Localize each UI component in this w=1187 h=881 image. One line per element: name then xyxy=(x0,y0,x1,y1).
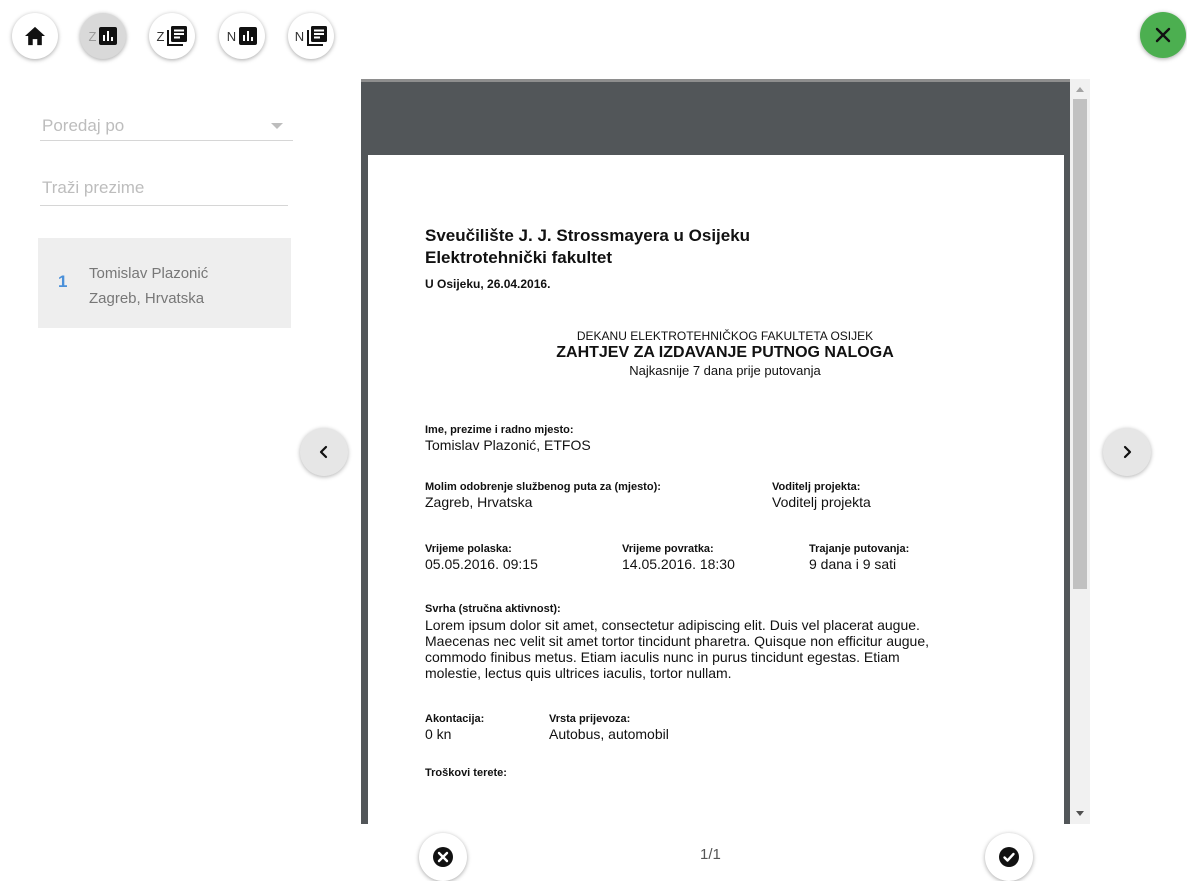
accept-button[interactable] xyxy=(985,833,1033,881)
document-list-icon xyxy=(167,26,188,46)
list-item-location: Zagreb, Hrvatska xyxy=(89,290,205,307)
list-item-index: 1 xyxy=(58,272,68,291)
n-chart-letter: N xyxy=(226,28,237,44)
institution-name: Sveučilište J. J. Strossmayera u Osijeku xyxy=(425,226,751,245)
transport-label: Vrsta prijevoza: xyxy=(549,713,631,725)
n-document-letter: N xyxy=(294,28,305,44)
return-label: Vrijeme povratka: xyxy=(622,543,714,555)
duration-value: 9 dana i 9 sati xyxy=(809,556,897,572)
z-document-letter: Z xyxy=(156,28,165,44)
chevron-left-icon xyxy=(319,445,328,459)
purpose-line: Maecenas nec velit sit amet tortor tinci… xyxy=(425,633,930,649)
z-chart-button[interactable]: Z xyxy=(80,13,126,59)
purpose-line: molestie, lectus quis ultrices iaculis, … xyxy=(425,665,732,681)
close-icon xyxy=(1155,27,1171,43)
bar-chart-icon xyxy=(239,27,258,45)
departure-label: Vrijeme polaska: xyxy=(425,543,512,555)
viewer-top-border xyxy=(361,79,1090,82)
destination-label: Molim odobrenje službenog puta za (mjest… xyxy=(425,481,661,493)
purpose-text: Lorem ipsum dolor sit amet, consectetur … xyxy=(425,617,1005,681)
cancel-circle-icon xyxy=(433,847,453,867)
document-subtitle: Najkasnije 7 dana prije putovanja xyxy=(629,363,821,378)
purpose-line: Lorem ipsum dolor sit amet, consectetur … xyxy=(425,617,920,633)
list-item-name: Tomislav Plazonić xyxy=(89,265,209,282)
faculty-name: Elektrotehnički fakultet xyxy=(425,248,613,267)
home-button[interactable] xyxy=(12,13,58,59)
next-button[interactable] xyxy=(1103,428,1151,476)
document-page: Sveučilište J. J. Strossmayera u Osijeku… xyxy=(368,155,1064,824)
costs-label: Troškovi terete: xyxy=(425,767,507,779)
bar-chart-icon xyxy=(99,27,118,45)
name-label: Ime, prezime i radno mjesto: xyxy=(425,424,574,436)
z-chart-letter: Z xyxy=(88,28,97,44)
project-leader-value: Voditelj projekta xyxy=(772,494,871,510)
sort-select-placeholder: Poredaj po xyxy=(42,116,125,135)
check-circle-icon xyxy=(999,847,1019,867)
destination-value: Zagreb, Hrvatska xyxy=(425,494,533,510)
close-button[interactable] xyxy=(1140,12,1186,58)
duration-label: Trajanje putovanja: xyxy=(809,543,910,555)
viewer-scrollbar[interactable] xyxy=(1070,79,1090,824)
surname-search-input[interactable] xyxy=(40,170,288,206)
departure-value: 05.05.2016. 09:15 xyxy=(425,556,538,572)
return-value: 14.05.2016. 18:30 xyxy=(622,556,735,572)
name-value: Tomislav Plazonić, ETFOS xyxy=(425,437,591,453)
scroll-up-arrow-icon[interactable] xyxy=(1076,87,1084,92)
previous-button[interactable] xyxy=(300,428,348,476)
advance-label: Akontacija: xyxy=(425,713,485,725)
z-document-button[interactable]: Z xyxy=(149,13,195,59)
n-chart-button[interactable]: N xyxy=(219,13,265,59)
purpose-line: commodo finibus metus. Etiam iaculis nun… xyxy=(425,649,900,665)
list-item[interactable]: 1 Tomislav Plazonić Zagreb, Hrvatska xyxy=(38,238,291,328)
transport-value: Autobus, automobil xyxy=(549,726,669,742)
reject-button[interactable] xyxy=(419,833,467,881)
advance-value: 0 kn xyxy=(425,726,452,742)
addressee: DEKANU ELEKTROTEHNIČKOG FAKULTETA OSIJEK xyxy=(576,329,874,343)
project-leader-label: Voditelj projekta: xyxy=(772,481,861,493)
document-title: ZAHTJEV ZA IZDAVANJE PUTNOG NALOGA xyxy=(556,344,894,361)
document-list-icon xyxy=(307,26,328,46)
page-indicator: 1/1 xyxy=(700,846,721,863)
chevron-down-icon xyxy=(271,123,283,129)
chevron-right-icon xyxy=(1123,445,1132,459)
home-icon xyxy=(25,26,45,46)
scrollbar-thumb[interactable] xyxy=(1073,99,1087,589)
document-viewer[interactable]: Sveučilište J. J. Strossmayera u Osijeku… xyxy=(361,79,1090,824)
sort-select[interactable]: Poredaj po xyxy=(40,108,293,141)
n-document-button[interactable]: N xyxy=(288,13,334,59)
scroll-down-arrow-icon[interactable] xyxy=(1076,811,1084,816)
purpose-label: Svrha (stručna aktivnost): xyxy=(425,603,561,615)
document-date: U Osijeku, 26.04.2016. xyxy=(425,277,551,291)
